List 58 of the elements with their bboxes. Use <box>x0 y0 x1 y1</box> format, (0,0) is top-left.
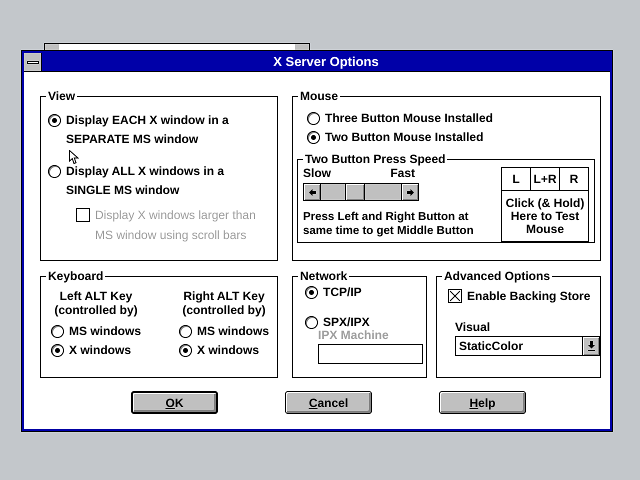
radio-label: Display EACH X window in a SEPARATE MS window <box>66 112 229 148</box>
column-heading: Left ALT Key (controlled by) <box>54 289 138 317</box>
radio-label: SPX/IPX <box>323 314 370 330</box>
dialog-button[interactable]: OK <box>131 391 218 414</box>
radio-button[interactable] <box>179 325 192 338</box>
group-title: Keyboard <box>47 270 104 283</box>
scroll-left-button[interactable] <box>304 184 320 200</box>
speed-slider[interactable] <box>303 183 419 201</box>
radio-label: X windows <box>69 342 132 359</box>
radio-button[interactable] <box>307 131 320 144</box>
field-label: IPX Machine <box>318 329 390 342</box>
group-title: View <box>47 90 76 103</box>
fast-label: Fast <box>390 166 415 180</box>
test-area-caption: Click (& Hold) Here to Test Mouse <box>504 195 586 238</box>
group-title: Mouse <box>299 90 340 103</box>
mouse-pointer-icon <box>69 150 79 164</box>
visual-dropdown[interactable]: StaticColor <box>455 336 600 356</box>
group-title: Advanced Options <box>443 270 552 283</box>
radio-label: MS windows <box>197 323 269 340</box>
radio-button[interactable] <box>48 114 61 127</box>
radio-button[interactable] <box>179 344 192 357</box>
column-heading: Right ALT Key (controlled by) <box>182 289 266 317</box>
checkbox-label: Enable Backing Store <box>467 288 590 305</box>
window-title: X Server Options <box>272 53 380 71</box>
radio-button[interactable] <box>307 112 320 125</box>
slider-thumb[interactable] <box>345 184 365 200</box>
radio-label: X windows <box>197 342 260 359</box>
mouse-test-area[interactable]: L L+R R Click (& Hold) Here to Test Mouse <box>501 167 589 242</box>
radio-label: Display ALL X windows in a SINGLE MS window <box>66 163 224 199</box>
checkbox[interactable] <box>448 289 462 303</box>
right-arrow-icon <box>406 188 414 196</box>
mouse-test-button[interactable]: R <box>560 168 588 190</box>
slow-label: Slow <box>303 166 332 180</box>
radio-label: Three Button Mouse Installed <box>325 110 494 127</box>
group-title: Two Button Press Speed <box>304 153 446 166</box>
radio-label: TCP/IP <box>323 284 362 301</box>
scroll-right-button[interactable] <box>402 184 418 200</box>
system-menu-button[interactable] <box>24 53 42 71</box>
radio-button[interactable] <box>51 325 64 338</box>
radio-button[interactable] <box>51 344 64 357</box>
dialog-button[interactable]: Help <box>439 391 526 414</box>
radio-label: Two Button Mouse Installed <box>325 129 484 146</box>
left-arrow-icon <box>308 188 316 196</box>
dropdown-value: StaticColor <box>458 338 524 355</box>
field-label: Visual <box>455 320 492 334</box>
group-title: Network <box>299 270 348 283</box>
radio-button[interactable] <box>305 286 318 299</box>
mouse-test-button[interactable]: L <box>502 168 531 190</box>
radio-button[interactable] <box>305 316 318 329</box>
dialog-button[interactable]: Cancel <box>285 391 372 414</box>
radio-button[interactable] <box>48 165 61 178</box>
radio-label: MS windows <box>69 323 141 340</box>
down-arrow-icon <box>588 341 594 351</box>
dropdown-button[interactable] <box>582 337 599 355</box>
hint-text: Press Left and Right Button at same time to get Middle Button <box>303 210 475 238</box>
checkbox-label: Display X windows larger than MS window using scroll bars <box>95 207 256 244</box>
system-menu-icon <box>26 60 38 64</box>
mouse-test-button[interactable]: L+R <box>531 168 560 190</box>
